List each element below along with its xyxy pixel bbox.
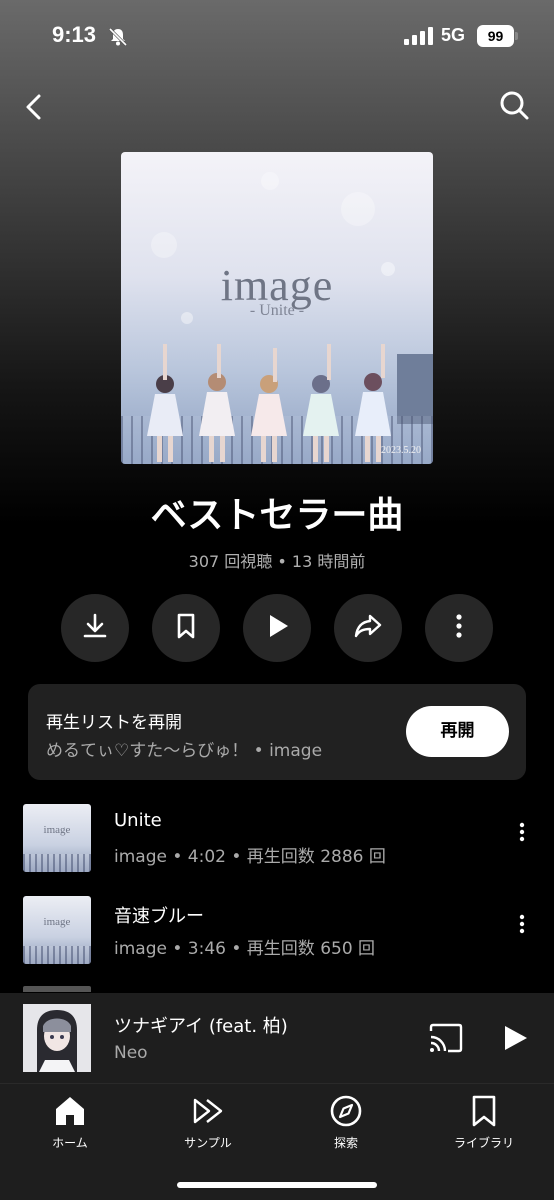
status-bar: 9:13 5G 99: [0, 0, 554, 76]
home-indicator[interactable]: [177, 1182, 377, 1188]
album-art-figure: [147, 344, 183, 462]
nav-explore-label: 探索: [333, 1136, 358, 1150]
track-title: 音速ブルー: [114, 906, 204, 927]
track-more-button[interactable]: [508, 912, 536, 940]
album-art-figure: [199, 344, 235, 462]
more-vertical-icon: [519, 914, 525, 938]
bell-muted-icon: [108, 27, 128, 51]
bookmark-icon: [172, 612, 200, 644]
playlist-title: ベストセラー曲: [150, 495, 404, 536]
track-row[interactable]: image Unite image • 4:02 • 再生回数 2886 回: [0, 798, 554, 878]
nav-library-label: ライブラリ: [453, 1136, 514, 1150]
download-icon: [81, 612, 109, 644]
share-button[interactable]: [334, 594, 402, 662]
resume-subtitle: めるてぃ♡すた〜らびゅ！ • image: [46, 741, 323, 761]
album-art-building: [397, 354, 433, 424]
samples-icon: [158, 1094, 258, 1128]
track-subtitle: image • 3:46 • 再生回数 650 回: [114, 939, 376, 959]
nav-home[interactable]: ホーム: [20, 1094, 120, 1151]
mini-player-thumbnail: [23, 1004, 91, 1072]
back-button[interactable]: [18, 90, 52, 124]
chevron-left-icon: [18, 94, 52, 128]
search-icon: [496, 91, 532, 128]
cast-button[interactable]: [428, 1023, 464, 1053]
nav-home-label: ホーム: [52, 1136, 88, 1150]
play-icon: [500, 1026, 530, 1057]
cast-icon: [428, 1023, 464, 1057]
resume-playlist-card: 再生リストを再開 めるてぃ♡すた〜らびゅ！ • image 再開: [28, 684, 526, 780]
track-thumbnail-partial: [23, 986, 91, 992]
status-time: 9:13: [52, 22, 97, 47]
track-subtitle: image • 4:02 • 再生回数 2886 回: [114, 847, 386, 867]
share-icon: [353, 612, 383, 644]
album-art-date: 2023.5.20: [381, 445, 421, 456]
album-cover-art: image - Unite - 2023.5.20: [121, 152, 433, 464]
track-row[interactable]: image 音速ブルー image • 3:46 • 再生回数 650 回: [0, 890, 554, 970]
nav-explore[interactable]: 探索: [296, 1094, 396, 1151]
cellular-signal-icon: [404, 27, 434, 49]
album-art-subtitle: - Unite -: [249, 302, 305, 319]
track-thumbnail-railing: [23, 946, 91, 964]
play-all-button[interactable]: [243, 594, 311, 662]
mini-player-title: ツナギアイ (feat. 柏): [114, 1016, 288, 1037]
download-button[interactable]: [61, 594, 129, 662]
battery-tip: [515, 32, 518, 40]
mini-player[interactable]: ツナギアイ (feat. 柏) Neo: [0, 993, 554, 1083]
save-to-library-button[interactable]: [152, 594, 220, 662]
playlist-meta: 307 回視聴 • 13 時間前: [188, 552, 366, 571]
more-vertical-icon: [455, 613, 463, 643]
nav-samples-label: サンプル: [184, 1136, 232, 1150]
track-thumbnail-word: image: [43, 916, 71, 928]
resume-title: 再生リストを再開: [46, 713, 182, 733]
album-art-figure: [303, 344, 339, 462]
network-type: 5G: [441, 25, 466, 45]
battery-indicator: 99: [477, 25, 514, 47]
track-thumbnail: image: [23, 804, 91, 872]
track-thumbnail-railing: [23, 854, 91, 872]
play-icon: [263, 612, 291, 644]
nav-samples[interactable]: サンプル: [158, 1094, 258, 1151]
track-thumbnail: image: [23, 896, 91, 964]
track-more-button[interactable]: [508, 820, 536, 848]
album-art-figure: [251, 348, 287, 462]
more-vertical-icon: [519, 822, 525, 846]
search-button[interactable]: [496, 88, 532, 124]
home-icon: [20, 1094, 120, 1128]
library-icon: [434, 1094, 534, 1128]
nav-library[interactable]: ライブラリ: [434, 1094, 534, 1151]
mini-player-artist: Neo: [114, 1043, 148, 1063]
track-thumbnail-word: image: [43, 824, 71, 836]
track-title: Unite: [114, 810, 162, 831]
explore-icon: [296, 1094, 396, 1128]
resume-button[interactable]: 再開: [406, 706, 509, 757]
more-options-button[interactable]: [425, 594, 493, 662]
mini-player-play-button[interactable]: [500, 1023, 530, 1053]
